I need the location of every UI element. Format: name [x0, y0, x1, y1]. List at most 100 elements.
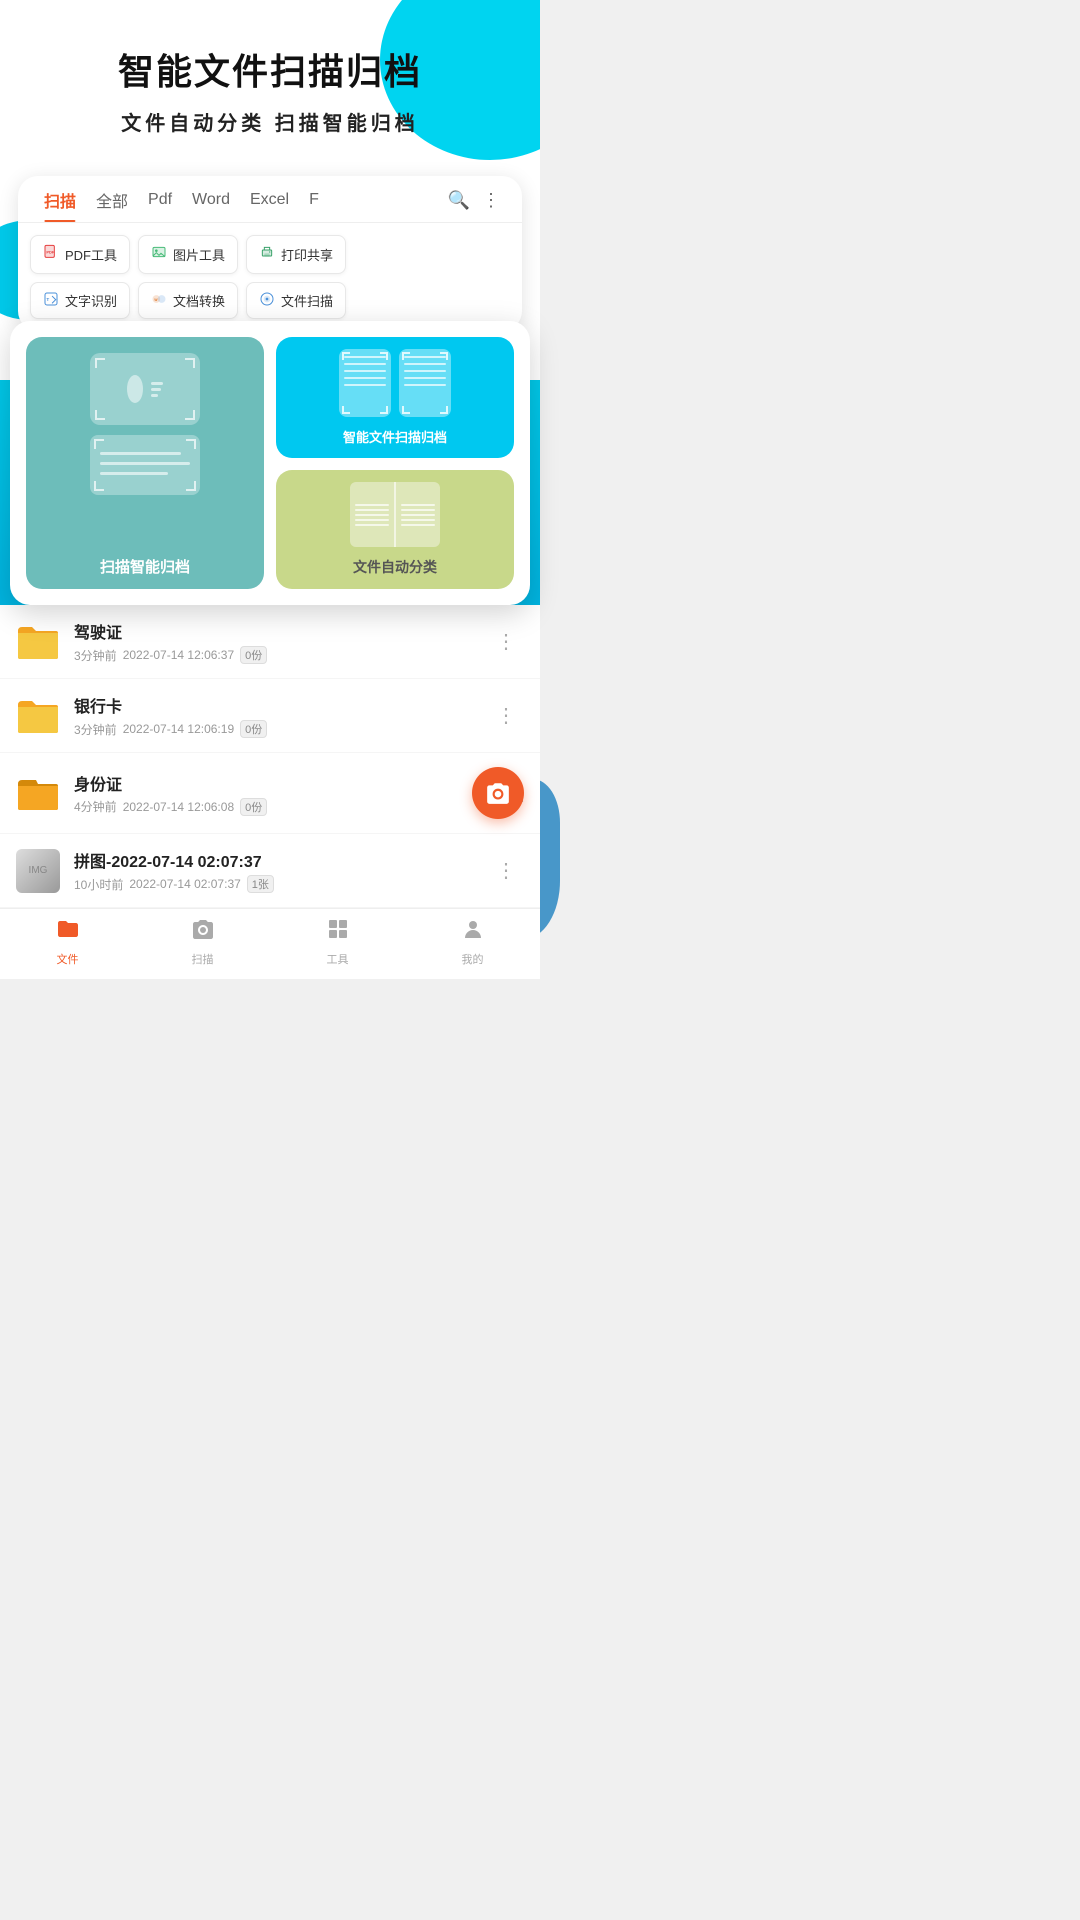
- scan-nav-label: 扫描: [192, 951, 214, 967]
- file-item[interactable]: 身份证 4分钟前 2022-07-14 12:06:08 0份 ⋮: [0, 753, 540, 834]
- more-icon[interactable]: ⋮: [476, 190, 506, 221]
- id-lines: [151, 382, 163, 397]
- file-menu-icon[interactable]: ⋮: [488, 854, 524, 887]
- file-scan-icon: [259, 291, 275, 310]
- file-item[interactable]: IMG 拼图-2022-07-14 02:07:37 10小时前 2022-07…: [0, 834, 540, 908]
- files-nav-icon: [56, 917, 80, 947]
- convert-label: 文档转换: [173, 291, 225, 310]
- scan-archive-label: 扫描智能归档: [100, 546, 190, 577]
- file-count: 0份: [240, 646, 267, 664]
- tab-all[interactable]: 全部: [86, 188, 138, 222]
- nav-mine[interactable]: 我的: [405, 917, 540, 967]
- main-title: 智能文件扫描归档: [30, 50, 510, 93]
- file-count: 1张: [247, 875, 274, 893]
- doc-icon-left: [339, 349, 391, 417]
- file-count: 0份: [240, 798, 267, 816]
- smart-scan-card[interactable]: 智能文件扫描归档: [276, 337, 514, 458]
- file-meta: 10小时前 2022-07-14 02:07:37 1张: [74, 875, 488, 893]
- pdf-icon: PDF: [43, 244, 59, 265]
- file-scan-button[interactable]: 文件扫描: [246, 282, 346, 319]
- file-name: 驾驶证: [74, 619, 488, 643]
- file-time: 3分钟前: [74, 721, 117, 738]
- file-thumbnail: IMG: [16, 849, 60, 893]
- file-menu-icon[interactable]: ⋮: [488, 625, 524, 658]
- nav-tools[interactable]: 工具: [270, 917, 405, 967]
- file-list-section: 驾驶证 3分钟前 2022-07-14 12:06:37 0份 ⋮ 银行卡: [0, 605, 540, 908]
- header-section: 智能文件扫描归档 文件自动分类 扫描智能归档: [0, 0, 540, 156]
- book-icon: [350, 482, 440, 547]
- book-page-left: [350, 482, 394, 547]
- tab-f[interactable]: F: [299, 191, 329, 219]
- svg-text:T: T: [46, 297, 49, 302]
- tab-scan[interactable]: 扫描: [34, 188, 86, 222]
- print-tool-label: 打印共享: [281, 245, 333, 264]
- print-tool-button[interactable]: 打印共享: [246, 235, 346, 274]
- popup-card: 扫描智能归档: [10, 321, 530, 605]
- convert-button[interactable]: W 文档转换: [138, 282, 238, 319]
- folder-icon: [16, 697, 60, 735]
- file-name: 身份证: [74, 771, 464, 795]
- pdf-tool-label: PDF工具: [65, 245, 117, 264]
- pdf-tool-button[interactable]: PDF PDF工具: [30, 235, 130, 274]
- mine-nav-label: 我的: [462, 951, 484, 967]
- auto-sort-label: 文件自动分类: [353, 547, 437, 577]
- file-menu-icon[interactable]: ⋮: [488, 699, 524, 732]
- nav-scan[interactable]: 扫描: [135, 917, 270, 967]
- ocr-button[interactable]: T 文字识别: [30, 282, 130, 319]
- mine-nav-icon: [461, 917, 485, 947]
- print-icon: [259, 244, 275, 265]
- doc-icon-right: [399, 349, 451, 417]
- tab-word[interactable]: Word: [182, 191, 240, 219]
- search-icon[interactable]: 🔍: [442, 190, 476, 221]
- tab-excel[interactable]: Excel: [240, 191, 299, 219]
- tools-row-1: PDF PDF工具 图片工具: [18, 223, 522, 282]
- file-info: 拼图-2022-07-14 02:07:37 10小时前 2022-07-14 …: [74, 848, 488, 893]
- tools-nav-icon: [326, 917, 350, 947]
- doc-scan-icon: [90, 435, 200, 495]
- doc-pair: [339, 349, 451, 417]
- right-column: 智能文件扫描归档 文件自动分类: [276, 337, 514, 589]
- camera-fab-icon: [485, 780, 511, 806]
- file-time: 3分钟前: [74, 647, 117, 664]
- ocr-icon: T: [43, 291, 59, 310]
- file-info: 驾驶证 3分钟前 2022-07-14 12:06:37 0份: [74, 619, 488, 664]
- file-meta: 3分钟前 2022-07-14 12:06:19 0份: [74, 720, 488, 738]
- tab-bar: 扫描 全部 Pdf Word Excel F 🔍 ⋮: [18, 176, 522, 223]
- scan-archive-card[interactable]: 扫描智能归档: [26, 337, 264, 589]
- file-time: 10小时前: [74, 876, 123, 893]
- file-info: 银行卡 3分钟前 2022-07-14 12:06:19 0份: [74, 693, 488, 738]
- image-icon: [151, 244, 167, 265]
- smart-scan-label: 智能文件扫描归档: [343, 417, 447, 446]
- file-item[interactable]: 驾驶证 3分钟前 2022-07-14 12:06:37 0份 ⋮: [0, 605, 540, 679]
- files-nav-label: 文件: [57, 951, 79, 967]
- file-date: 2022-07-14 12:06:37: [123, 648, 234, 662]
- app-card: 扫描 全部 Pdf Word Excel F 🔍 ⋮ PDF PDF工具: [18, 176, 522, 331]
- person-silhouette: [127, 375, 143, 403]
- bottom-nav: 文件 扫描 工具: [0, 908, 540, 979]
- folder-icon: [16, 623, 60, 661]
- tab-pdf[interactable]: Pdf: [138, 191, 182, 219]
- file-date: 2022-07-14 02:07:37: [129, 877, 240, 891]
- file-info: 身份证 4分钟前 2022-07-14 12:06:08 0份: [74, 771, 464, 816]
- file-name: 银行卡: [74, 693, 488, 717]
- book-page-right: [396, 482, 440, 547]
- scan-nav-icon: [191, 917, 215, 947]
- id-card-icon: [90, 353, 200, 425]
- convert-icon: W: [151, 291, 167, 310]
- nav-files[interactable]: 文件: [0, 917, 135, 967]
- image-tool-button[interactable]: 图片工具: [138, 235, 238, 274]
- file-time: 4分钟前: [74, 798, 117, 815]
- file-name: 拼图-2022-07-14 02:07:37: [74, 848, 488, 872]
- camera-fab-button[interactable]: [472, 767, 524, 819]
- ocr-label: 文字识别: [65, 291, 117, 310]
- folder-icon: [16, 774, 60, 812]
- file-date: 2022-07-14 12:06:19: [123, 722, 234, 736]
- file-date: 2022-07-14 12:06:08: [123, 800, 234, 814]
- file-scan-label: 文件扫描: [281, 291, 333, 310]
- auto-sort-card[interactable]: 文件自动分类: [276, 470, 514, 589]
- svg-text:PDF: PDF: [46, 250, 55, 255]
- file-count: 0份: [240, 720, 267, 738]
- file-meta: 3分钟前 2022-07-14 12:06:37 0份: [74, 646, 488, 664]
- tools-nav-label: 工具: [327, 951, 349, 967]
- file-item[interactable]: 银行卡 3分钟前 2022-07-14 12:06:19 0份 ⋮: [0, 679, 540, 753]
